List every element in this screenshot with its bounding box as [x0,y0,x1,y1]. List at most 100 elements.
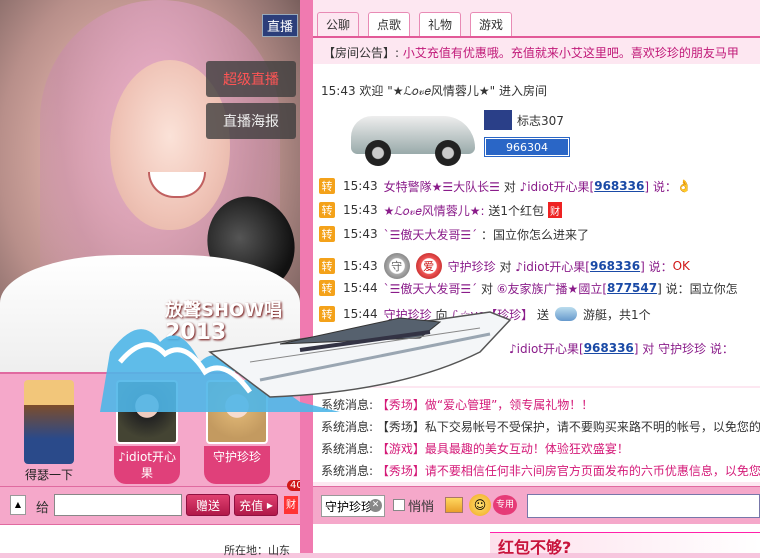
sender-nick[interactable]: ★ℒ𝑜𝓋𝑒风情蓉儿★: [384,202,485,219]
message-text: OK [672,259,690,273]
receiver-nick[interactable]: ℒ☆ve【珍珍】 [451,306,533,323]
notice-label: 【房间公告】: [323,46,400,60]
receiver-nick[interactable]: ♪idiot开心果[ [515,258,590,275]
emoji-icon[interactable]: ☺ [469,494,491,516]
system-highlight[interactable]: 【秀场】请不要相信任何非六间房官方页面发布的六币优惠信息，以免您 [377,464,760,478]
guard-badge-icon: 守 [383,253,410,279]
gift-row: ▲ 给 赠送 充值 ▸ [0,486,300,524]
system-message: 系统消息: 【秀场】私下交易帐号不受保护，请不要购买来路不明的帐号，以免您的 [321,418,760,435]
close-icon[interactable]: ✕ [369,499,382,512]
give-label: 给 [36,501,50,516]
message-time: 15:43 [343,203,378,217]
live-poster-button[interactable]: 直播海报 [206,103,296,139]
red-envelope-icon[interactable]: 财 [284,496,298,514]
car-wheel [435,140,461,166]
car-wheel [365,140,391,166]
queue-item[interactable]: ♪idiot开心果 [114,380,180,484]
system-messages: 系统消息: 【秀场】做“爱心管理”，领专属礼物！！ 系统消息: 【秀场】私下交易… [313,388,760,482]
yacht-gift-icon [555,307,578,321]
tab-song-request[interactable]: 点歌 [368,12,410,36]
panel-divider [300,0,313,553]
chat-tabs: 公聊 点歌 礼物 游戏 [313,10,760,38]
red-envelope-icon: 财 [548,202,562,218]
enter-room-message: 15:43 欢迎 "★ℒ𝑜𝓋𝑒风情蓉儿★" 进入房间 [321,84,547,98]
super-live-button[interactable]: 超级直播 [206,61,296,97]
image-icon[interactable] [445,497,463,513]
peugeot-logo-icon [484,110,512,130]
forward-icon[interactable]: 转 [319,226,335,242]
queue-name: 守护珍珍 [204,446,270,484]
tab-public-chat[interactable]: 公聊 [317,12,359,36]
message-time: 15:43 [343,259,378,273]
forward-icon[interactable]: 转 [319,280,335,296]
chat-message: 转 15:43 女特警隊★☰大队长☰ 对 ♪idiot开心果[968336] 说… [319,176,692,196]
system-label: 系统消息: [321,442,374,456]
love-badge-icon: 爱 [415,253,442,279]
mic-queue: 得瑟一下 ♪idiot开心果 守护珍珍 [0,372,300,486]
car-number: 966304 [484,137,570,157]
system-message: 系统消息: 【秀场】做“爱心管理”，领专属礼物！！ [321,396,593,413]
whisper-checkbox[interactable] [393,499,405,511]
quantity-up-icon[interactable]: ▲ [10,495,26,515]
message-time: 15:44 [343,281,378,295]
queue-item[interactable]: 得瑟一下 [24,380,74,482]
chat-panel: 公聊 点歌 礼物 游戏 【房间公告】: 小艾充值有优惠哦。充值就来小艾这里吧。喜… [313,0,760,553]
send-gift-button[interactable]: 赠送 [186,494,230,516]
video-stream[interactable]: 直播 超级直播 直播海报 放聲SHOW唱 2013 [0,0,300,372]
receiver-nick[interactable]: ♪idiot开心果[ [520,178,595,195]
receiver-nick[interactable]: ⑥友家族广播★國立[ [497,280,607,297]
sender-nick[interactable]: 守护珍珍 [448,258,496,275]
tab-games[interactable]: 游戏 [470,12,512,36]
message-end: ] 说：国立你怎 [657,281,738,296]
gift-recipient-input[interactable] [54,494,182,516]
forward-icon[interactable]: 转 [319,202,335,218]
recharge-button[interactable]: 充值 ▸ [234,494,278,516]
car-image [351,102,477,168]
forward-icon[interactable]: 转 [319,178,335,194]
message-end: ] 说： [640,259,673,274]
forward-icon[interactable]: 转 [319,306,335,322]
system-text: 【秀场】私下交易帐号不受保护，请不要购买来路不明的帐号，以免您的 [376,420,760,434]
system-highlight[interactable]: 【游戏】最具最趣的美女互动！体验狂欢盛宴！ [377,442,629,456]
queue-name: 得瑟一下 [24,468,73,482]
queue-item[interactable]: 守护珍珍 [204,380,270,484]
chat-log[interactable]: 15:43 欢迎 "★ℒ𝑜𝓋𝑒风情蓉儿★" 进入房间 标志307 966304 … [313,64,760,386]
system-label: 系统消息: [321,398,374,412]
user-id[interactable]: 877547 [607,281,657,295]
location-text: 所在地：山东 [224,544,290,557]
vip-emoji-icon[interactable]: 专用 [493,495,517,515]
avatar [206,380,268,444]
chat-message: ♪idiot开心果[968336] 对 守护珍珍 说： [509,338,734,358]
message-text: 游艇，共1个 [583,307,651,322]
hand-ok-icon: 👌 [676,179,692,193]
chat-message: 转 15:43 ˋ☰傲天大发哥☰ˊ ：国立你怎么进来了 [319,224,589,244]
queue-name: ♪idiot开心果 [114,446,180,484]
message-end: ] 说： [644,179,677,194]
tab-gifts[interactable]: 礼物 [419,12,461,36]
message-time: 15:43 [343,227,378,241]
live-badge: 直播 [261,14,298,37]
avatar [116,380,178,444]
message-end: ] 对 守护珍珍 说： [633,341,734,356]
promo-banner-text: 红包不够? [498,538,572,557]
system-label: 系统消息: [321,420,374,434]
system-highlight[interactable]: 【秀场】做“爱心管理”，领专属礼物！！ [377,398,593,412]
sender-nick[interactable]: ˋ☰傲天大发哥☰ˊ [384,226,478,243]
user-id[interactable]: 968336 [590,259,640,273]
user-id[interactable]: 968336 [584,341,634,355]
sender-nick[interactable]: 守护珍珍 [384,306,432,323]
sender-nick[interactable]: ˋ☰傲天大发哥☰ˊ [384,280,478,297]
cartoon-avatar [24,380,74,464]
message-text: 送1个红包 [488,203,544,218]
chat-message: 转 15:43 ★ℒ𝑜𝓋𝑒风情蓉儿★: 送1个红包 财 [319,200,562,220]
receiver-nick[interactable]: ♪idiot开心果[ [509,340,584,357]
show-logo: 放聲SHOW唱 [165,300,283,321]
system-message: 系统消息: 【秀场】请不要相信任何非六间房官方页面发布的六币优惠信息，以免您 [321,462,760,479]
message-input[interactable] [527,494,760,518]
message-verb: 向 [435,307,448,322]
system-message: 系统消息: 【游戏】最具最趣的美女互动！体验狂欢盛宴！ [321,440,629,457]
user-id[interactable]: 968336 [594,179,644,193]
chat-message: 转 15:44 ˋ☰傲天大发哥☰ˊ 对 ⑥友家族广播★國立[877547] 说：… [319,278,738,298]
sender-nick[interactable]: 女特警隊★☰大队长☰ [384,178,500,195]
forward-icon[interactable]: 转 [319,258,335,274]
